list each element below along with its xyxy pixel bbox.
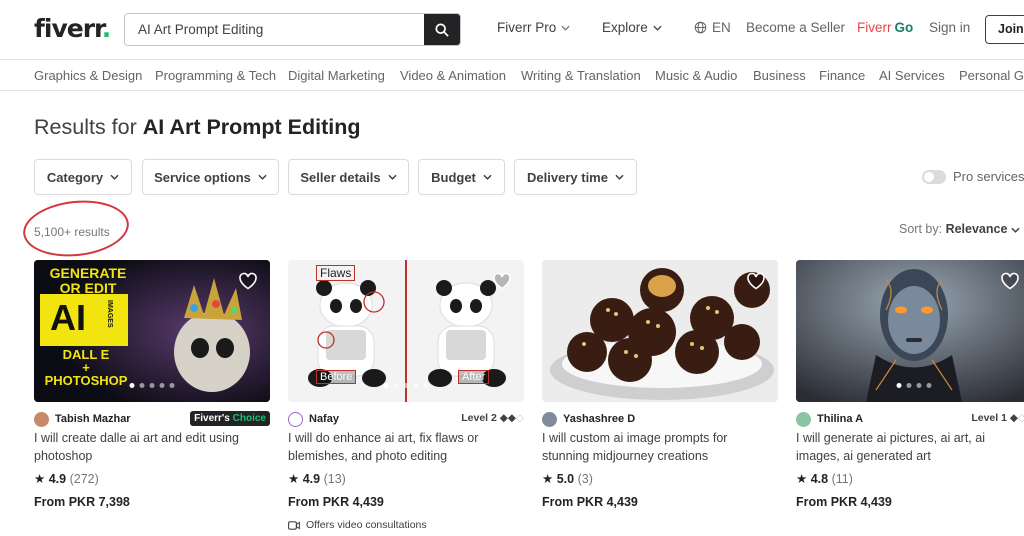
seller-info: Yashashree D bbox=[542, 411, 778, 427]
category-link[interactable]: Finance bbox=[819, 68, 865, 83]
video-camera-icon bbox=[288, 520, 300, 530]
heart-icon[interactable] bbox=[1000, 272, 1020, 290]
become-seller-link[interactable]: Become a Seller bbox=[746, 20, 845, 35]
seller-info: Thilina A Level 1 ◆◇ bbox=[796, 411, 1024, 427]
fiverr-logo[interactable]: fiverr. bbox=[34, 14, 111, 43]
chevron-down-icon bbox=[388, 174, 397, 180]
gig-price: From PKR 4,439 bbox=[288, 495, 384, 509]
seller-info: Nafay Level 2 ◆◆◇ bbox=[288, 411, 524, 427]
join-button[interactable]: Join bbox=[985, 15, 1024, 44]
seller-level-badge: Level 1 ◆◇ bbox=[971, 412, 1024, 424]
gig-title-link[interactable]: I will generate ai pictures, ai art, ai … bbox=[796, 429, 1024, 465]
sort-dropdown[interactable]: Sort by: Relevance bbox=[899, 222, 1020, 236]
gig-rating: ★ 4.8 (11) bbox=[796, 472, 853, 486]
chevron-down-icon bbox=[561, 25, 570, 31]
seller-level-badge: Level 2 ◆◆◇ bbox=[461, 412, 524, 424]
pro-services-toggle[interactable] bbox=[922, 170, 946, 184]
category-link[interactable]: AI Services bbox=[879, 68, 945, 83]
avatar[interactable] bbox=[288, 411, 303, 427]
gig-card[interactable]: GENERATE OR EDIT AI IMAGES DALL E + PHOTOSH… bbox=[34, 260, 270, 536]
search-input[interactable] bbox=[125, 14, 425, 45]
chevron-down-icon bbox=[483, 174, 492, 180]
gig-rating: ★ 4.9 (13) bbox=[288, 472, 346, 486]
category-link[interactable]: Music & Audio bbox=[655, 68, 737, 83]
annotation-circle bbox=[20, 195, 132, 262]
page-title: Results for AI Art Prompt Editing bbox=[34, 115, 361, 139]
gig-thumbnail[interactable]: Flaws Before After bbox=[288, 260, 524, 402]
gig-rating: ★ 4.9 (272) bbox=[34, 472, 99, 486]
level-diamond-icon: ◆ bbox=[1009, 412, 1018, 424]
level-diamond-empty-icon: ◇ bbox=[1017, 412, 1024, 424]
filter-budget[interactable]: Budget bbox=[418, 159, 505, 195]
seller-info: Tabish Mazhar Fiverr's Choice bbox=[34, 411, 270, 427]
heart-icon[interactable] bbox=[746, 272, 766, 290]
level-diamond-empty-icon: ◇ bbox=[515, 412, 524, 424]
category-link[interactable]: Programming & Tech bbox=[155, 68, 276, 83]
avatar[interactable] bbox=[34, 411, 49, 427]
filter-service-options[interactable]: Service options bbox=[142, 159, 279, 195]
category-link[interactable]: Digital Marketing bbox=[288, 68, 385, 83]
level-diamond-icon: ◆◆ bbox=[499, 412, 516, 424]
gig-card[interactable]: Thilina A Level 1 ◆◇ I will generate ai … bbox=[796, 260, 1024, 536]
search-icon bbox=[435, 22, 449, 37]
gig-card[interactable]: Flaws Before After Nafay Level 2 ◆◆◇ I w… bbox=[288, 260, 524, 536]
chevron-down-icon bbox=[1011, 227, 1020, 233]
search-button[interactable] bbox=[424, 14, 460, 45]
seller-name[interactable]: Yashashree D bbox=[563, 413, 635, 425]
gig-title-link[interactable]: I will create dalle ai art and edit usin… bbox=[34, 429, 264, 465]
carousel-dots bbox=[896, 383, 932, 388]
star-icon: ★ bbox=[796, 472, 808, 486]
category-link[interactable]: Video & Animation bbox=[400, 68, 506, 83]
category-nav: Graphics & Design Programming & Tech Dig… bbox=[0, 61, 1024, 91]
category-link[interactable]: Business bbox=[753, 68, 806, 83]
chevron-down-icon bbox=[653, 25, 662, 31]
filter-delivery-time[interactable]: Delivery time bbox=[514, 159, 637, 195]
chevron-down-icon bbox=[258, 174, 267, 180]
star-icon: ★ bbox=[288, 472, 300, 486]
filter-category[interactable]: Category bbox=[34, 159, 132, 195]
gig-thumbnail[interactable] bbox=[542, 260, 778, 402]
sign-in-link[interactable]: Sign in bbox=[929, 20, 970, 35]
gig-thumbnail[interactable] bbox=[796, 260, 1024, 402]
seller-name[interactable]: Tabish Mazhar bbox=[55, 413, 131, 425]
fiverr-pro-menu[interactable]: Fiverr Pro bbox=[497, 20, 570, 35]
gig-price: From PKR 4,439 bbox=[542, 495, 638, 509]
search-bar bbox=[124, 13, 461, 46]
chevron-down-icon bbox=[615, 174, 624, 180]
gig-price: From PKR 7,398 bbox=[34, 495, 130, 509]
gig-price: From PKR 4,439 bbox=[796, 495, 892, 509]
pro-services-label: Pro services bbox=[953, 169, 1024, 184]
heart-icon[interactable] bbox=[492, 272, 512, 290]
gig-card[interactable]: Yashashree D I will custom ai image prom… bbox=[542, 260, 778, 536]
category-link[interactable]: Graphics & Design bbox=[34, 68, 142, 83]
language-selector[interactable]: EN bbox=[694, 20, 731, 35]
seller-name[interactable]: Nafay bbox=[309, 413, 339, 425]
avatar[interactable] bbox=[796, 411, 811, 427]
heart-icon[interactable] bbox=[238, 272, 258, 290]
globe-icon bbox=[694, 21, 707, 34]
video-consultation-note: Offers video consultations bbox=[288, 519, 427, 531]
category-link[interactable]: Writing & Translation bbox=[521, 68, 641, 83]
category-link[interactable]: Personal Gro bbox=[959, 68, 1024, 83]
avatar[interactable] bbox=[542, 411, 557, 427]
seller-name[interactable]: Thilina A bbox=[817, 413, 863, 425]
gig-rating: ★ 5.0 (3) bbox=[542, 472, 593, 486]
gig-title-link[interactable]: I will do enhance ai art, fix flaws or b… bbox=[288, 429, 518, 465]
filter-seller-details[interactable]: Seller details bbox=[288, 159, 409, 195]
carousel-dots bbox=[383, 383, 429, 388]
fiverrs-choice-badge: Fiverr's Choice bbox=[190, 411, 270, 426]
top-header: fiverr. Fiverr Pro Explore EN Become a S… bbox=[0, 0, 1024, 60]
gig-thumbnail[interactable]: GENERATE OR EDIT AI IMAGES DALL E + PHOTOSH… bbox=[34, 260, 270, 402]
fiverr-go-link[interactable]: Fiverr Go bbox=[857, 20, 913, 35]
chevron-down-icon bbox=[110, 174, 119, 180]
star-icon: ★ bbox=[34, 472, 46, 486]
star-icon: ★ bbox=[542, 472, 554, 486]
carousel-dots bbox=[129, 383, 175, 388]
explore-menu[interactable]: Explore bbox=[602, 20, 662, 35]
gig-title-link[interactable]: I will custom ai image prompts for stunn… bbox=[542, 429, 772, 465]
